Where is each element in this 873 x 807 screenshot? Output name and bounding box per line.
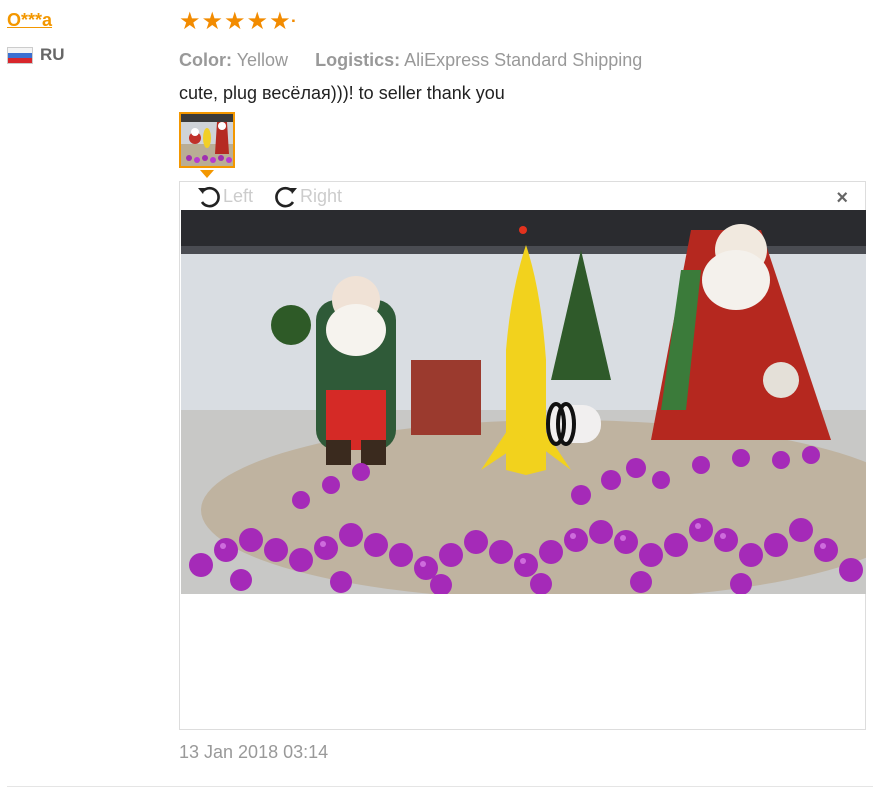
reviewer-country: RU bbox=[7, 45, 157, 65]
review-photo bbox=[181, 210, 866, 594]
star-icon: ★ bbox=[201, 8, 224, 35]
close-viewer-button[interactable]: × bbox=[836, 188, 848, 208]
country-code: RU bbox=[40, 45, 65, 64]
star-rating: ★ ★ ★ ★ ★ ▪ bbox=[179, 10, 867, 34]
rotate-left-button[interactable]: Left bbox=[195, 182, 253, 210]
star-icon: ★ bbox=[246, 8, 269, 35]
star-icon: ★ bbox=[179, 8, 201, 35]
color-value: Yellow bbox=[236, 50, 289, 70]
order-attributes: Color: Yellow Logistics: AliExpress Stan… bbox=[179, 50, 867, 71]
rotate-right-icon bbox=[275, 186, 297, 208]
star-icon: ★ bbox=[224, 8, 246, 35]
star-icon: ★ bbox=[269, 8, 291, 35]
reviewer-name-link[interactable]: O***a bbox=[7, 10, 52, 31]
review-date: 13 Jan 2018 03:14 bbox=[179, 742, 329, 762]
thumbnail-pointer bbox=[200, 170, 214, 178]
logistics-value: AliExpress Standard Shipping bbox=[404, 50, 643, 70]
rotate-left-label: Left bbox=[223, 185, 254, 206]
photo-thumbnail[interactable] bbox=[179, 112, 235, 168]
divider bbox=[7, 786, 873, 787]
star-tail-icon: ▪ bbox=[291, 16, 296, 27]
color-key: Color: bbox=[179, 50, 232, 70]
photo-viewer: Left Right × bbox=[179, 181, 866, 730]
review-body: ★ ★ ★ ★ ★ ▪ Color: Yellow Logistics: Ali… bbox=[179, 10, 867, 730]
rotate-right-label: Right bbox=[300, 185, 343, 206]
rotate-left-icon bbox=[198, 186, 220, 208]
logistics-key: Logistics: bbox=[315, 50, 401, 70]
review-text: cute, plug весёлая)))! to seller thank y… bbox=[179, 83, 505, 103]
russia-flag-icon bbox=[7, 46, 33, 64]
reviewer-info: O***a RU bbox=[7, 10, 157, 65]
rotate-right-button[interactable]: Right bbox=[272, 182, 342, 210]
